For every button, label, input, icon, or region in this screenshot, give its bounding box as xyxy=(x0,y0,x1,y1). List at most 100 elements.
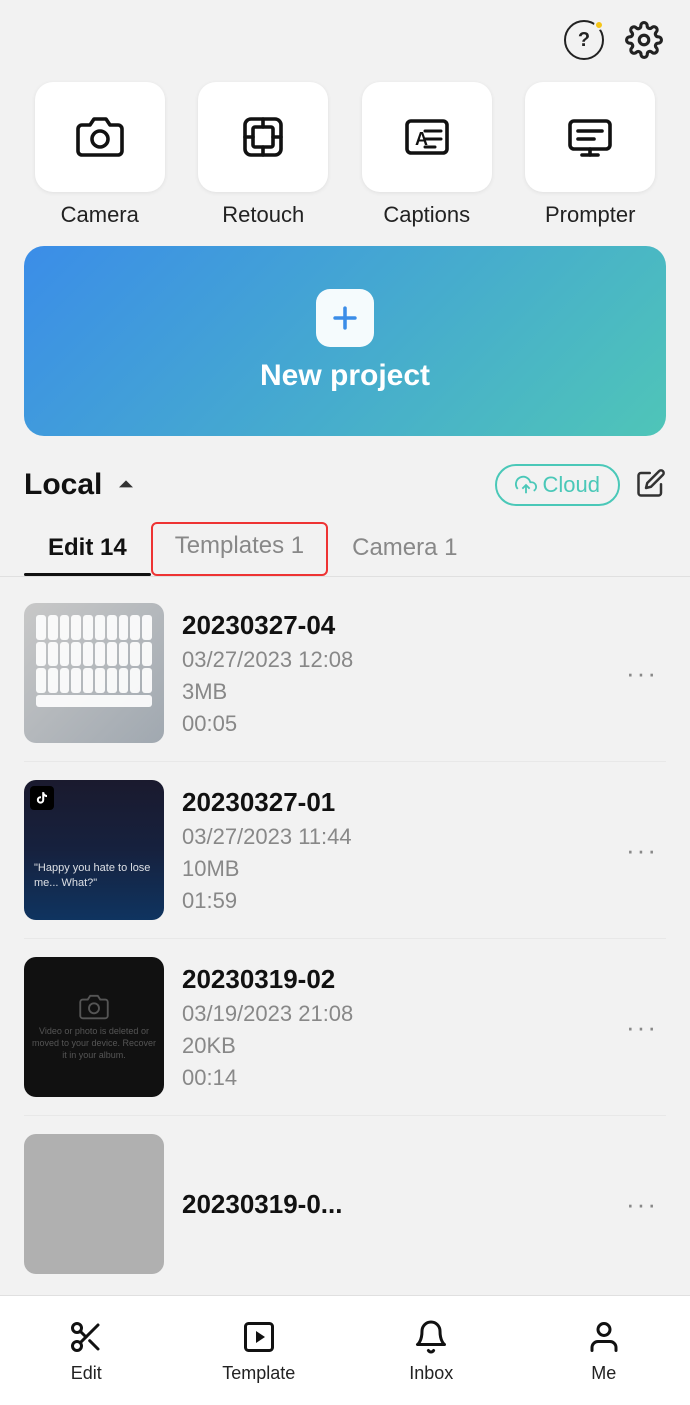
person-icon xyxy=(584,1317,624,1357)
project-info: 20230327-01 03/27/2023 11:44 10MB 01:59 xyxy=(182,787,600,914)
camera-small-icon xyxy=(79,992,109,1022)
scissors-icon xyxy=(66,1317,106,1357)
tiktok-badge xyxy=(30,786,54,810)
sort-toggle-button[interactable] xyxy=(112,471,140,499)
project-size: 10MB xyxy=(182,856,600,882)
captions-icon-box: A xyxy=(362,82,492,192)
more-options-button[interactable]: ··· xyxy=(618,1004,666,1051)
cloud-label: Cloud xyxy=(543,472,600,498)
project-list: 20230327-04 03/27/2023 12:08 3MB 00:05 ·… xyxy=(0,585,690,1374)
pencil-icon xyxy=(636,468,666,498)
notification-dot xyxy=(594,20,604,30)
retouch-icon xyxy=(239,113,287,161)
camera-label: Camera xyxy=(61,202,139,228)
project-name: 20230319-0... xyxy=(182,1189,600,1220)
tab-camera-label: Camera 1 xyxy=(352,534,457,561)
plus-icon xyxy=(328,301,362,335)
project-thumb xyxy=(24,1134,164,1274)
tool-captions[interactable]: A Captions xyxy=(351,82,503,228)
tab-edit[interactable]: Edit 14 xyxy=(24,524,151,576)
thumb-partial xyxy=(24,1134,164,1274)
tool-prompter[interactable]: Prompter xyxy=(515,82,667,228)
section-title: Local xyxy=(24,468,102,502)
thumb-black: Video or photo is deleted or moved to yo… xyxy=(24,957,164,1097)
tool-retouch[interactable]: Retouch xyxy=(188,82,340,228)
retouch-icon-box xyxy=(198,82,328,192)
project-info: 20230319-02 03/19/2023 21:08 20KB 00:14 xyxy=(182,964,600,1091)
more-options-button[interactable]: ··· xyxy=(618,650,666,697)
project-date: 03/27/2023 11:44 xyxy=(182,824,600,850)
project-duration: 00:05 xyxy=(182,711,600,737)
nav-inbox-label: Inbox xyxy=(409,1363,453,1384)
project-date: 03/19/2023 21:08 xyxy=(182,1001,600,1027)
project-item[interactable]: 20230327-04 03/27/2023 12:08 3MB 00:05 ·… xyxy=(24,585,666,762)
project-size: 3MB xyxy=(182,679,600,705)
top-bar: ? xyxy=(0,0,690,72)
help-button[interactable]: ? xyxy=(562,18,606,62)
cloud-button[interactable]: Cloud xyxy=(495,464,620,506)
project-item[interactable]: "Happy you hate to lose me... What?" 202… xyxy=(24,762,666,939)
nav-edit-label: Edit xyxy=(71,1363,102,1384)
bell-icon xyxy=(411,1317,451,1357)
project-name: 20230327-01 xyxy=(182,787,600,818)
edit-button[interactable] xyxy=(636,468,666,503)
prompter-label: Prompter xyxy=(545,202,635,228)
new-project-label: New project xyxy=(260,359,430,393)
prompter-icon xyxy=(566,113,614,161)
nav-template-label: Template xyxy=(222,1363,295,1384)
project-date: 03/27/2023 12:08 xyxy=(182,647,600,673)
project-info: 20230319-0... xyxy=(182,1189,600,1220)
thumb-dark-scene: "Happy you hate to lose me... What?" xyxy=(24,780,164,920)
tool-camera[interactable]: Camera xyxy=(24,82,176,228)
prompter-icon-box xyxy=(525,82,655,192)
dots-icon: ··· xyxy=(626,658,658,689)
tabs: Edit 14 Templates 1 Camera 1 xyxy=(0,524,690,577)
project-name: 20230319-02 xyxy=(182,964,600,995)
section-header: Local Cloud xyxy=(0,464,690,524)
scene-text: "Happy you hate to lose me... What?" xyxy=(34,861,154,890)
template-icon xyxy=(239,1317,279,1357)
project-thumb: "Happy you hate to lose me... What?" xyxy=(24,780,164,920)
project-name: 20230327-04 xyxy=(182,610,600,641)
chevron-up-icon xyxy=(112,471,140,499)
quick-tools: Camera Retouch A Captions xyxy=(0,72,690,246)
bottom-nav: Edit Template Inbox Me xyxy=(0,1295,690,1405)
project-thumb: Video or photo is deleted or moved to yo… xyxy=(24,957,164,1097)
dots-icon: ··· xyxy=(626,1012,658,1043)
captions-icon: A xyxy=(403,113,451,161)
tab-templates[interactable]: Templates 1 xyxy=(151,522,328,576)
nav-inbox[interactable]: Inbox xyxy=(345,1317,518,1384)
project-info: 20230327-04 03/27/2023 12:08 3MB 00:05 xyxy=(182,610,600,737)
nav-me-label: Me xyxy=(591,1363,616,1384)
keyboard-grid xyxy=(24,603,164,743)
nav-template[interactable]: Template xyxy=(173,1317,346,1384)
captions-label: Captions xyxy=(383,202,470,228)
cloud-icon xyxy=(515,474,537,496)
project-duration: 00:14 xyxy=(182,1065,600,1091)
help-circle-icon: ? xyxy=(564,20,604,60)
dots-icon: ··· xyxy=(626,1189,658,1220)
tab-camera[interactable]: Camera 1 xyxy=(328,524,481,576)
retouch-label: Retouch xyxy=(222,202,304,228)
project-duration: 01:59 xyxy=(182,888,600,914)
section-left: Local xyxy=(24,468,140,502)
dots-icon: ··· xyxy=(626,835,658,866)
settings-button[interactable] xyxy=(622,18,666,62)
nav-edit[interactable]: Edit xyxy=(0,1317,173,1384)
nav-me[interactable]: Me xyxy=(518,1317,690,1384)
new-project-banner[interactable]: New project xyxy=(24,246,666,436)
more-options-button[interactable]: ··· xyxy=(618,827,666,874)
thumb-keyboard xyxy=(24,603,164,743)
tab-templates-label: Templates 1 xyxy=(175,532,304,559)
more-options-button[interactable]: ··· xyxy=(618,1181,666,1228)
camera-icon-box xyxy=(35,82,165,192)
section-right: Cloud xyxy=(495,464,666,506)
project-thumb xyxy=(24,603,164,743)
project-item[interactable]: Video or photo is deleted or moved to yo… xyxy=(24,939,666,1116)
project-size: 20KB xyxy=(182,1033,600,1059)
camera-icon xyxy=(76,113,124,161)
plus-icon-box xyxy=(316,289,374,347)
black-thumb-text: Video or photo is deleted or moved to yo… xyxy=(24,1026,164,1061)
tab-edit-label: Edit 14 xyxy=(48,534,127,561)
gear-icon xyxy=(625,21,663,59)
